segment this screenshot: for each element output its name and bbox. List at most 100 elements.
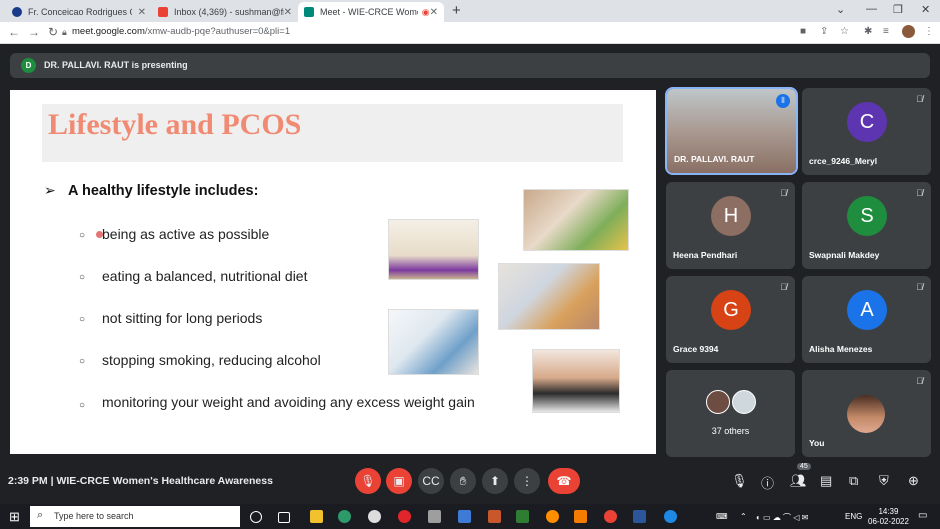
reload-icon[interactable]: ↻ — [48, 25, 58, 39]
more-options-button[interactable]: ⋮ — [514, 468, 540, 494]
help-icon[interactable] — [664, 510, 677, 523]
presenter-initial: D — [21, 58, 36, 73]
speaking-icon: ⦀ — [776, 94, 790, 108]
star-icon[interactable]: ☆ — [840, 26, 849, 37]
mute-all-icon[interactable]: 🎙︎ — [731, 473, 748, 489]
task-view-icon[interactable] — [278, 512, 290, 523]
slide-heading: A healthy lifestyle includes: — [68, 183, 259, 199]
tab-meet[interactable]: Meet - WIE-CRCE Women's H ◉ ✕ — [298, 2, 444, 22]
bullet-icon: ○ — [79, 314, 86, 325]
notifications-icon[interactable]: ▭ — [918, 510, 927, 521]
participant-tile[interactable]: 🎙̸ S Swapnali Makdey — [802, 182, 931, 269]
people-icon[interactable]: 👥︎ — [790, 473, 807, 489]
windows-start-icon[interactable]: ⊞ — [9, 509, 20, 525]
tab-search-chevron-icon[interactable]: ⌄ — [836, 3, 845, 16]
forward-icon[interactable]: → — [28, 25, 40, 39]
app-icon[interactable] — [574, 510, 587, 523]
scale-photo — [532, 349, 620, 413]
app-icon[interactable] — [368, 510, 381, 523]
shared-slide: Lifestyle and PCOS ➢ A healthy lifestyle… — [10, 90, 656, 454]
raise-hand-button[interactable]: ✋︎ — [450, 468, 476, 494]
maximize-icon[interactable]: ❐ — [893, 3, 903, 16]
clock[interactable]: 14:39 06-02-2022 — [868, 507, 909, 527]
mail-icon[interactable] — [458, 510, 471, 523]
extension-icon[interactable]: ⊕ — [908, 473, 919, 489]
opera-icon[interactable] — [398, 510, 411, 523]
bullet-text: monitoring your weight and avoiding any … — [102, 394, 475, 410]
back-icon[interactable]: ← — [8, 25, 20, 39]
mic-toggle-button[interactable]: 🎙︎ — [355, 468, 381, 494]
search-placeholder: Type here to search — [54, 511, 134, 521]
avatar — [706, 390, 730, 414]
edge-icon[interactable] — [338, 510, 351, 523]
participant-name: DR. PALLAVI. RAUT — [674, 154, 755, 164]
presenting-text: DR. PALLAVI. RAUT is presenting — [44, 60, 188, 70]
present-button[interactable]: ⬆ — [482, 468, 508, 494]
host-controls-icon[interactable]: ⛨ — [879, 473, 889, 489]
participant-name: Grace 9394 — [673, 344, 719, 354]
reading-list-icon[interactable]: ≡ — [883, 26, 889, 37]
cortana-icon[interactable] — [250, 511, 262, 523]
others-count: 37 others — [711, 426, 750, 436]
language-indicator[interactable]: ENG — [845, 512, 862, 521]
activities-icon[interactable]: ⧉ — [849, 473, 858, 489]
share-icon[interactable]: ⇪ — [820, 26, 828, 37]
close-icon[interactable]: ✕ — [430, 7, 438, 18]
url-path: /xmw-audb-pqe?authuser=0&pli=1 — [144, 26, 291, 37]
participant-tile[interactable]: 🎙̸ H Heena Pendhari — [666, 182, 795, 269]
participant-tile[interactable]: 🎙̸ G Grace 9394 — [666, 276, 795, 363]
keyboard-icon[interactable]: ⌨ — [716, 512, 728, 521]
app-icon[interactable] — [546, 510, 559, 523]
profile-avatar[interactable] — [902, 25, 915, 38]
presenter-tile[interactable]: ⦀ DR. PALLAVI. RAUT — [665, 87, 798, 175]
presenting-banner: D DR. PALLAVI. RAUT is presenting — [10, 53, 930, 78]
meeting-controls-bar: 2:39 PM | WIE-CRCE Women's Healthcare Aw… — [0, 462, 940, 504]
bullet-icon: ○ — [79, 272, 86, 283]
avatar: G — [711, 290, 751, 330]
address-bar: ← → ↻ 🔒︎ meet.google.com/xmw-audb-pqe?au… — [0, 22, 940, 44]
new-tab-icon[interactable]: + — [452, 2, 461, 19]
arrow-bullet-icon: ➢ — [44, 182, 56, 198]
close-icon[interactable]: ✕ — [284, 7, 292, 18]
chrome-icon[interactable] — [604, 510, 617, 523]
tab-title: Meet - WIE-CRCE Women's H — [320, 7, 418, 17]
bullet-icon: ○ — [79, 230, 86, 241]
bullet-text: being as active as possible — [102, 226, 270, 242]
others-tile[interactable]: 37 others — [666, 370, 795, 457]
info-icon[interactable]: ⓘ — [761, 473, 774, 492]
camera-icon[interactable]: ■ — [800, 26, 806, 37]
close-window-icon[interactable]: ✕ — [921, 3, 930, 16]
slide-title: Lifestyle and PCOS — [48, 108, 302, 141]
participant-name: Heena Pendhari — [673, 250, 738, 260]
captions-button[interactable]: CC — [418, 468, 444, 494]
self-avatar — [847, 395, 885, 433]
self-tile[interactable]: 🎙̸ You — [802, 370, 931, 457]
leave-call-button[interactable]: ☎ — [548, 468, 580, 494]
chat-icon[interactable]: ▤ — [820, 473, 832, 489]
url-host: meet.google.com — [72, 26, 145, 37]
settings-icon[interactable] — [428, 510, 441, 523]
avatar: S — [847, 196, 887, 236]
word-icon[interactable] — [633, 510, 646, 523]
tab-gmail[interactable]: Inbox (4,369) - sushman@fragne ✕ — [152, 2, 298, 22]
menu-icon[interactable]: ⋮ — [924, 26, 934, 37]
tab-strip: Fr. Conceicao Rodrigues College ✕ Inbox … — [0, 0, 940, 22]
extensions-icon[interactable]: ✱ — [864, 26, 872, 37]
lock-icon: 🔒︎ — [62, 27, 67, 37]
tab-college[interactable]: Fr. Conceicao Rodrigues College ✕ — [6, 2, 152, 22]
file-explorer-icon[interactable] — [310, 510, 323, 523]
tray-icons[interactable]: ◐ ▭ ☁ ⌒ ◁ ✉ — [756, 512, 808, 523]
tab-title: Inbox (4,369) - sushman@fragne — [174, 7, 284, 17]
close-icon[interactable]: ✕ — [138, 7, 146, 18]
app-icon[interactable] — [488, 510, 501, 523]
bullet-text: stopping smoking, reducing alcohol — [102, 352, 321, 368]
chevron-up-icon[interactable]: ⌃ — [740, 512, 747, 521]
meeting-title: WIE-CRCE Women's Healthcare Awareness — [56, 475, 273, 487]
taskbar-search[interactable]: ⌕ Type here to search — [30, 506, 240, 527]
store-icon[interactable] — [516, 510, 529, 523]
camera-toggle-button[interactable]: ▣ — [386, 468, 412, 494]
participant-tile[interactable]: 🎙̸ C crce_9246_Meryl — [802, 88, 931, 175]
participant-tile[interactable]: 🎙̸ A Alisha Menezes — [802, 276, 931, 363]
minimize-icon[interactable]: — — [866, 3, 877, 15]
url-field[interactable]: meet.google.com/xmw-audb-pqe?authuser=0&… — [72, 26, 290, 37]
